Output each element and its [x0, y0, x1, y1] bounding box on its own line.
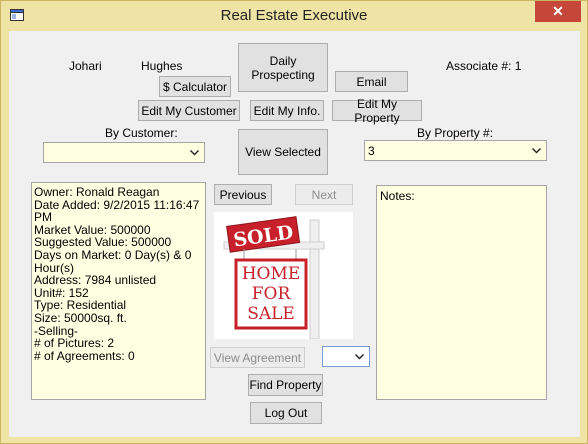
property-details-panel: Owner: Ronald Reagan Date Added: 9/2/2015…: [31, 182, 206, 400]
first-name-label: Johari: [69, 59, 102, 73]
property-details-text: Owner: Ronald Reagan Date Added: 9/2/2015…: [34, 186, 203, 362]
next-button[interactable]: Next: [295, 184, 353, 205]
detail-line: # of Agreements: 0: [34, 348, 135, 363]
email-button[interactable]: Email: [335, 71, 408, 92]
property-image: SOLD HOME FOR SALE: [214, 212, 353, 340]
edit-property-button[interactable]: Edit My Property: [332, 97, 422, 125]
chevron-down-icon[interactable]: [352, 349, 367, 364]
edit-customer-button[interactable]: Edit My Customer: [138, 100, 240, 121]
sign-line-1: HOME: [242, 264, 301, 284]
detail-line: PM: [34, 210, 52, 225]
daily-prospecting-button[interactable]: Daily Prospecting: [238, 43, 328, 92]
detail-line: Address: 7984 unlisted: [34, 273, 157, 288]
sign-line-3: SALE: [247, 304, 295, 324]
notes-panel[interactable]: Notes:: [376, 185, 547, 400]
last-name-label: Hughes: [141, 59, 183, 73]
app-window: Real Estate Executive ✕ Johari Hughes As…: [0, 0, 588, 444]
detail-line: # of Pictures: 2: [34, 336, 115, 351]
close-icon: ✕: [552, 3, 564, 19]
detail-line: Owner: Ronald Reagan: [34, 185, 160, 199]
title-bar[interactable]: Real Estate Executive ✕: [1, 1, 587, 31]
property-dropdown-value: 3: [368, 144, 375, 158]
detail-line: Date Added: 9/2/2015 11:16:47: [34, 197, 200, 212]
previous-button[interactable]: Previous: [214, 184, 272, 205]
calculator-button[interactable]: $ Calculator: [159, 76, 231, 97]
associate-number-label: Associate #: 1: [446, 59, 522, 73]
close-button[interactable]: ✕: [535, 1, 581, 22]
window-title: Real Estate Executive: [220, 7, 368, 24]
view-agreement-button[interactable]: View Agreement: [210, 347, 305, 368]
sold-sign-graphic: SOLD HOME FOR SALE: [223, 216, 325, 340]
view-selected-button[interactable]: View Selected: [238, 129, 328, 175]
edit-info-button[interactable]: Edit My Info.: [250, 100, 324, 121]
by-property-label: By Property #:: [417, 126, 494, 140]
find-property-button[interactable]: Find Property: [248, 374, 323, 396]
notes-label: Notes:: [380, 189, 415, 203]
chevron-down-icon[interactable]: [529, 143, 544, 158]
sign-line-2: FOR: [252, 284, 292, 304]
property-dropdown[interactable]: 3: [364, 140, 547, 161]
detail-line: Days on Market: 0 Day(s) & 0: [34, 247, 192, 262]
chevron-down-icon[interactable]: [187, 145, 202, 160]
by-customer-label: By Customer:: [105, 126, 178, 140]
customer-dropdown[interactable]: [43, 142, 205, 163]
log-out-button[interactable]: Log Out: [250, 402, 322, 424]
detail-line: Size: 50000sq. ft.: [34, 310, 127, 325]
agreement-dropdown[interactable]: [322, 346, 370, 367]
main-form: Johari Hughes Associate #: 1 Daily Prosp…: [9, 31, 580, 437]
